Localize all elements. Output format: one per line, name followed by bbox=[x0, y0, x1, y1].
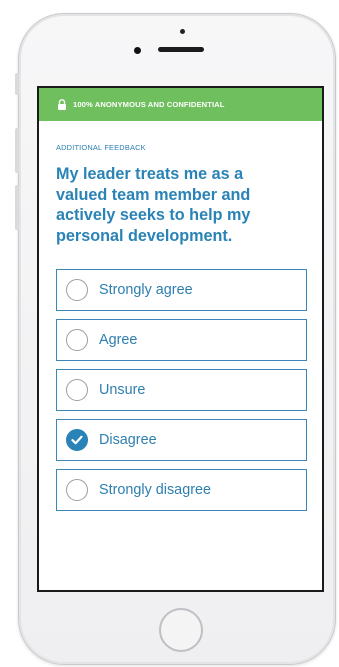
radio-unchecked-icon[interactable] bbox=[66, 329, 88, 351]
check-icon bbox=[71, 435, 83, 445]
option-unsure[interactable]: Unsure bbox=[56, 369, 307, 411]
option-strongly-disagree[interactable]: Strongly disagree bbox=[56, 469, 307, 511]
answer-options: Strongly agree Agree Unsure Disagree Str… bbox=[56, 269, 307, 511]
option-label: Disagree bbox=[99, 432, 157, 448]
confidentiality-banner: 100% ANONYMOUS AND CONFIDENTIAL bbox=[39, 88, 322, 121]
phone-speaker bbox=[158, 47, 204, 52]
option-label: Unsure bbox=[99, 382, 146, 398]
section-label: ADDITIONAL FEEDBACK bbox=[56, 143, 146, 152]
option-label: Agree bbox=[99, 332, 138, 348]
checkmark-icon[interactable] bbox=[66, 429, 88, 451]
phone-volume-up-button bbox=[15, 128, 19, 173]
radio-unchecked-icon[interactable] bbox=[66, 479, 88, 501]
phone-volume-down-button bbox=[15, 185, 19, 230]
option-strongly-agree[interactable]: Strongly agree bbox=[56, 269, 307, 311]
option-label: Strongly disagree bbox=[99, 482, 211, 498]
app-screen: 100% ANONYMOUS AND CONFIDENTIAL ADDITION… bbox=[37, 86, 324, 592]
radio-unchecked-icon[interactable] bbox=[66, 379, 88, 401]
phone-front-camera bbox=[134, 47, 141, 54]
survey-content: ADDITIONAL FEEDBACK My leader treats me … bbox=[39, 143, 322, 511]
banner-text: 100% ANONYMOUS AND CONFIDENTIAL bbox=[73, 100, 225, 109]
phone-sensor bbox=[180, 29, 185, 34]
radio-unchecked-icon[interactable] bbox=[66, 279, 88, 301]
phone-home-button[interactable] bbox=[159, 608, 203, 652]
option-label: Strongly agree bbox=[99, 282, 193, 298]
option-disagree[interactable]: Disagree bbox=[56, 419, 307, 461]
option-agree[interactable]: Agree bbox=[56, 319, 307, 361]
lock-icon bbox=[58, 99, 66, 110]
survey-question: My leader treats me as a valued team mem… bbox=[56, 165, 251, 245]
phone-silent-switch bbox=[15, 73, 19, 95]
